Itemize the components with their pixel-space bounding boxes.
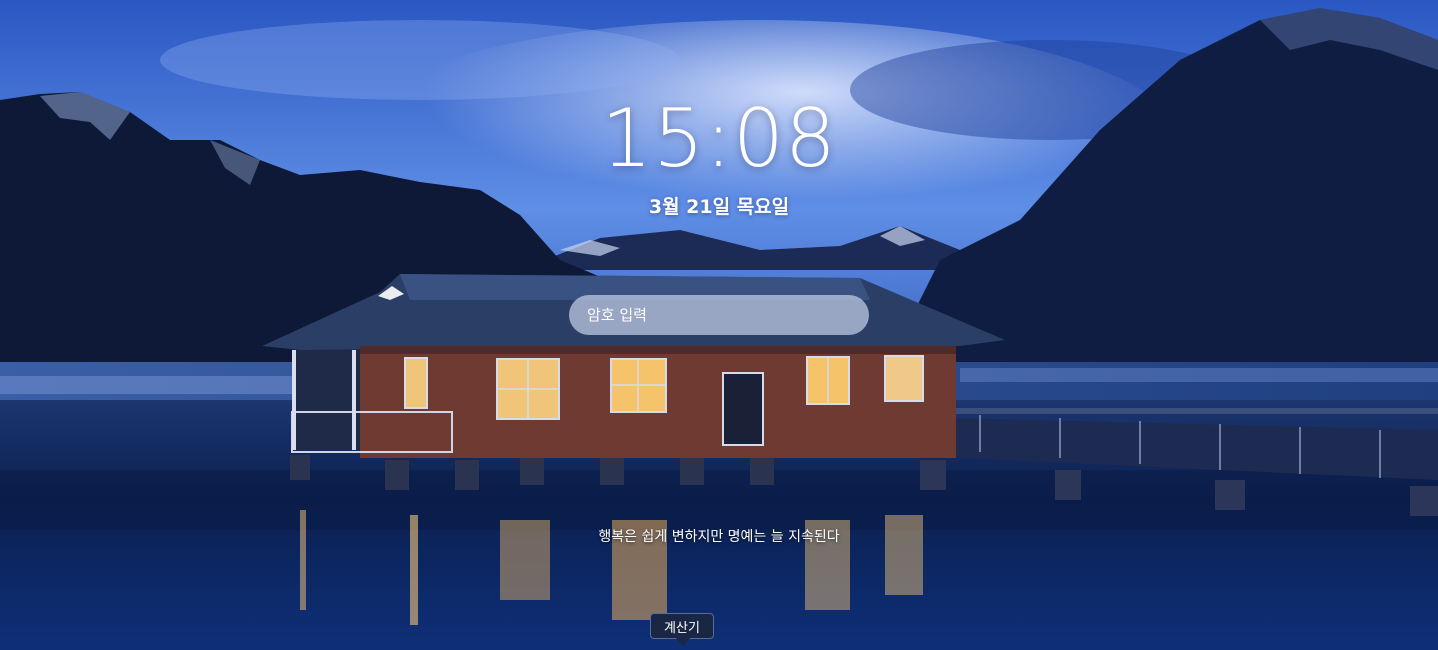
password-input[interactable]	[585, 305, 853, 325]
password-field[interactable]	[569, 295, 869, 335]
tooltip-arrow	[676, 638, 690, 646]
lockscreen-date: 3월 21일 목요일	[648, 196, 790, 218]
lockscreen-clock: 15:08	[601, 92, 837, 185]
wallpaper-caption: 행복은 쉽게 변하지만 명예는 늘 지속된다	[598, 529, 840, 545]
tooltip: 계산기	[650, 613, 714, 639]
